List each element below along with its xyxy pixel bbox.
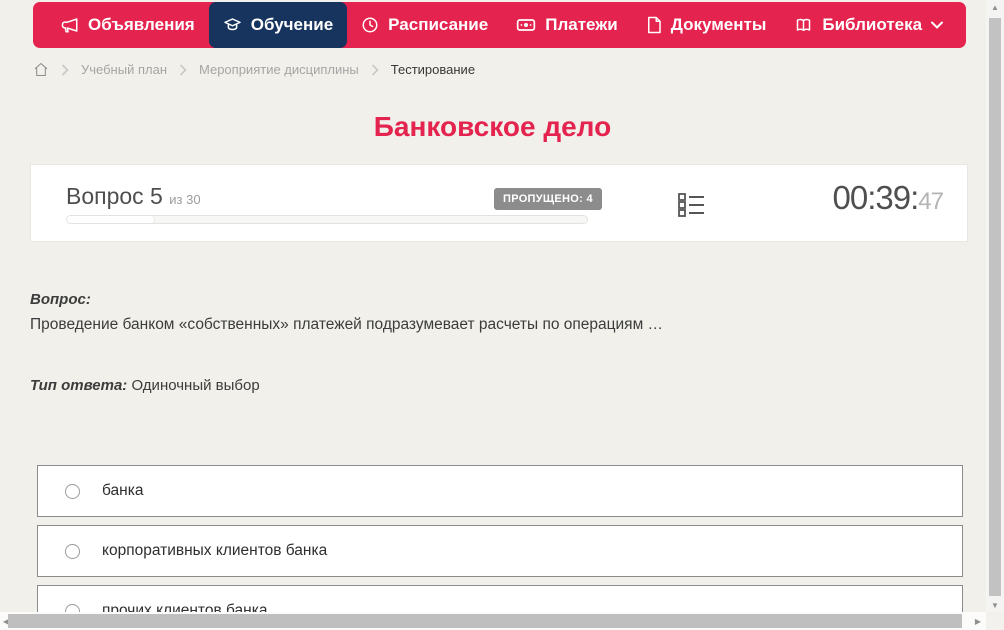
vertical-scroll-thumb[interactable] bbox=[989, 18, 1001, 596]
chevron-down-icon bbox=[931, 21, 944, 29]
nav-item-label: Объявления bbox=[88, 15, 195, 34]
breadcrumb-testing: Тестирование bbox=[390, 62, 476, 77]
graduation-cap-icon bbox=[223, 16, 242, 34]
chevron-right-icon bbox=[61, 63, 69, 76]
timer-main: 00:39: bbox=[832, 179, 920, 216]
nav-item-library[interactable]: Библиотека bbox=[780, 2, 957, 48]
scroll-right-arrow[interactable]: ▶ bbox=[972, 612, 984, 630]
home-icon[interactable] bbox=[33, 62, 49, 77]
breadcrumb: Учебный план Мероприятие дисциплины Тест… bbox=[33, 62, 475, 77]
nav-item-label: Обучение bbox=[250, 15, 334, 34]
question-label: Вопрос: bbox=[30, 291, 91, 308]
option-label: банка bbox=[102, 482, 144, 499]
answer-option[interactable]: корпоративных клиентов банка bbox=[37, 525, 963, 577]
vertical-scrollbar[interactable]: ▲ ▼ bbox=[986, 0, 1004, 612]
scrollbar-corner bbox=[986, 612, 1004, 630]
scroll-up-arrow[interactable]: ▲ bbox=[986, 0, 1004, 14]
nav-item-label: Документы bbox=[670, 15, 767, 34]
horizontal-scroll-thumb[interactable] bbox=[8, 614, 962, 628]
horizontal-scrollbar[interactable]: ◀ ▶ bbox=[0, 612, 988, 630]
progress-fill bbox=[67, 216, 156, 223]
timer-seconds: 47 bbox=[918, 188, 944, 215]
timer: 00:39:47 bbox=[832, 179, 944, 217]
chevron-right-icon bbox=[179, 63, 187, 76]
question-counter: Вопрос 5 из 30 bbox=[66, 183, 201, 210]
question-text: Проведение банком «собственных» платежей… bbox=[30, 316, 664, 333]
answer-option[interactable]: банка bbox=[37, 465, 963, 517]
quiz-header-panel: Вопрос 5 из 30 ПРОПУЩЕНО: 4 00:39:47 bbox=[30, 164, 968, 242]
breadcrumb-discipline-event[interactable]: Мероприятие дисциплины bbox=[199, 62, 359, 77]
test-page: Объявления Обучение Расписание Платежи Д… bbox=[0, 0, 1004, 630]
main-nav: Объявления Обучение Расписание Платежи Д… bbox=[33, 2, 966, 48]
question-number: Вопрос 5 bbox=[66, 183, 163, 209]
progress-bar bbox=[66, 215, 588, 224]
nav-item-schedule[interactable]: Расписание bbox=[347, 2, 502, 48]
page-title: Банковское дело bbox=[373, 111, 612, 142]
answer-type-label: Тип ответа: bbox=[30, 377, 128, 394]
skipped-badge: ПРОПУЩЕНО: 4 bbox=[494, 188, 602, 210]
radio-button[interactable] bbox=[65, 483, 80, 499]
breadcrumb-curriculum[interactable]: Учебный план bbox=[81, 62, 167, 77]
option-label: корпоративных клиентов банка bbox=[102, 542, 328, 559]
clock-icon bbox=[361, 16, 379, 34]
open-book-icon bbox=[794, 16, 813, 34]
nav-item-label: Расписание bbox=[388, 15, 489, 34]
payments-icon bbox=[516, 16, 536, 34]
document-icon bbox=[646, 16, 662, 34]
nav-item-payments[interactable]: Платежи bbox=[502, 2, 632, 48]
question-total: из 30 bbox=[169, 192, 201, 207]
radio-button[interactable] bbox=[65, 543, 80, 559]
answer-type-line: Тип ответа: Одиночный выбор bbox=[30, 377, 260, 394]
megaphone-icon bbox=[61, 16, 79, 34]
nav-item-announcements[interactable]: Объявления bbox=[47, 2, 209, 48]
nav-item-label: Библиотека bbox=[822, 15, 923, 34]
answer-type-value: Одиночный выбор bbox=[131, 377, 260, 394]
nav-item-learning[interactable]: Обучение bbox=[208, 2, 348, 48]
question-list-icon[interactable] bbox=[676, 190, 706, 225]
scroll-down-arrow[interactable]: ▼ bbox=[986, 598, 1004, 612]
nav-item-label: Платежи bbox=[545, 15, 618, 34]
chevron-right-icon bbox=[371, 63, 379, 76]
nav-item-documents[interactable]: Документы bbox=[632, 2, 781, 48]
